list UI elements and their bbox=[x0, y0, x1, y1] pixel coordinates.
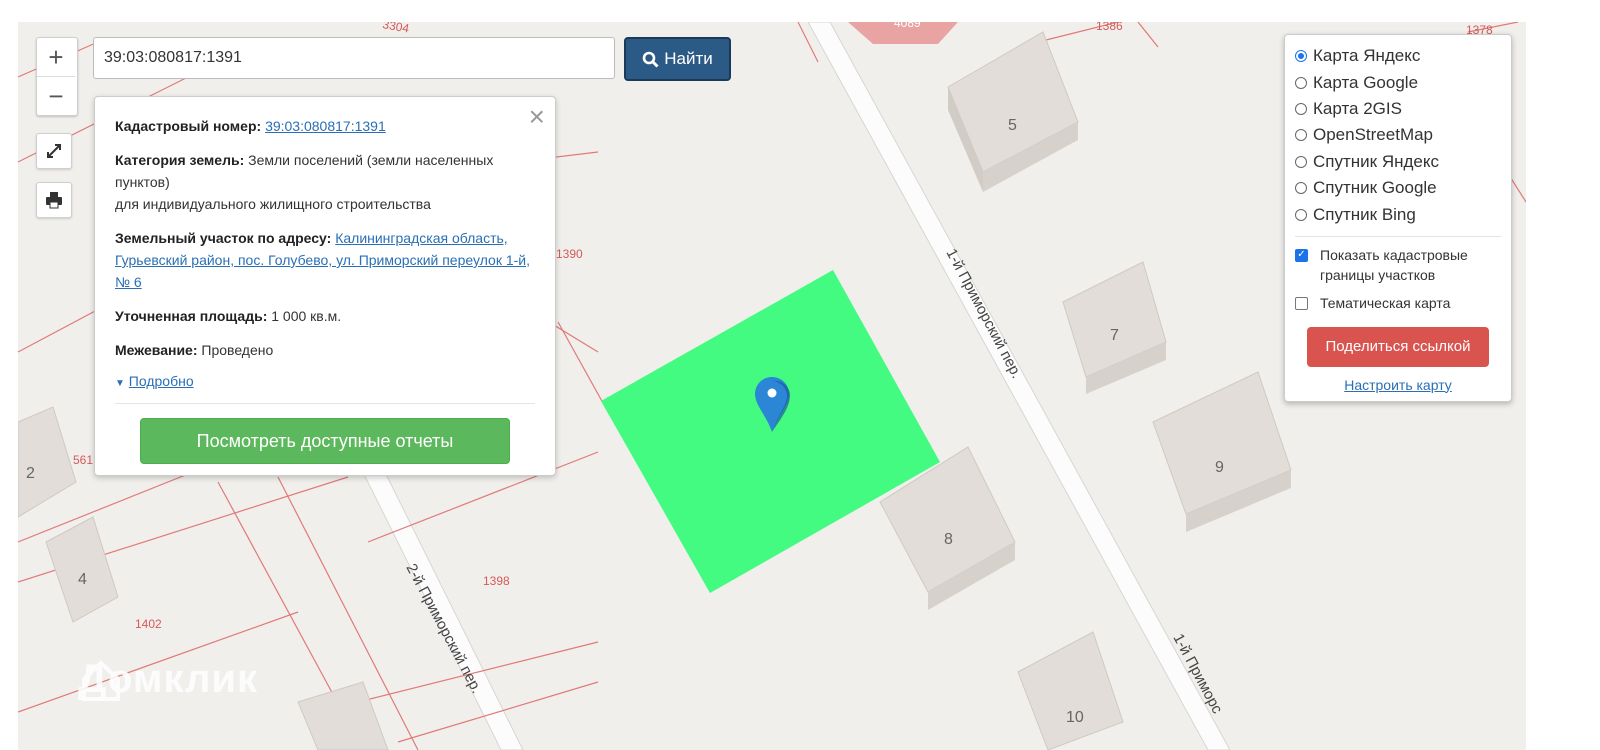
land-category-row: Категория земель: Земли поселений (земли… bbox=[115, 152, 494, 212]
parcel-label: 1402 bbox=[135, 617, 162, 631]
search-button-label: Найти bbox=[664, 49, 713, 68]
building-label: 10 bbox=[1066, 709, 1084, 726]
share-link-button[interactable]: Поделиться ссылкой bbox=[1307, 326, 1489, 367]
view-reports-button[interactable]: Посмотреть доступные отчеты bbox=[140, 418, 510, 464]
area-row: Уточненная площадь: 1 000 кв.м. bbox=[115, 308, 342, 324]
radio-icon[interactable] bbox=[1295, 102, 1307, 115]
parcel-label: 1386 bbox=[1096, 22, 1123, 33]
building-label: 9 bbox=[1215, 459, 1224, 476]
parcel-label: 3304 bbox=[381, 22, 410, 36]
print-button[interactable] bbox=[36, 182, 72, 218]
zoom-control: + − bbox=[36, 37, 78, 116]
selected-parcel bbox=[601, 270, 940, 593]
cadastral-search-input[interactable] bbox=[93, 37, 615, 79]
zoom-in-button[interactable]: + bbox=[37, 38, 75, 76]
survey-row: Межевание: Проведено bbox=[115, 342, 274, 358]
layer-option-label: Спутник Bing bbox=[1313, 204, 1416, 224]
parcel-label: 561 bbox=[73, 453, 93, 467]
layer-option-label: Спутник Яндекс bbox=[1313, 151, 1439, 171]
zoom-out-button[interactable]: − bbox=[37, 76, 75, 115]
layer-option[interactable]: Спутник Bing bbox=[1295, 201, 1501, 227]
radio-icon[interactable] bbox=[1295, 129, 1307, 142]
layer-option-label: Карта 2GIS bbox=[1313, 98, 1402, 118]
map-layers-panel: Карта Яндекс Карта Google Карта 2GIS OpenSt… bbox=[1284, 34, 1512, 402]
address-row: Земельный участок по адресу: Калининград… bbox=[115, 230, 530, 290]
parcel-label: 4089 bbox=[894, 22, 921, 30]
cadastral-number-row: Кадастровый номер: 39:03:080817:1391 bbox=[115, 118, 386, 134]
radio-icon[interactable] bbox=[1295, 182, 1307, 195]
details-toggle[interactable]: ▼ Подробно bbox=[115, 373, 535, 389]
close-icon[interactable]: × bbox=[529, 101, 545, 133]
radio-icon[interactable] bbox=[1295, 208, 1307, 221]
checkbox-checked-icon: ✓ bbox=[1295, 248, 1308, 262]
layer-option[interactable]: Карта 2GIS bbox=[1295, 96, 1501, 122]
radio-icon[interactable] bbox=[1295, 50, 1307, 63]
layer-option[interactable]: Карта Google bbox=[1295, 69, 1501, 95]
layer-option[interactable]: OpenStreetMap bbox=[1295, 122, 1501, 148]
layer-option[interactable]: Спутник Яндекс bbox=[1295, 149, 1501, 175]
layer-option-label: OpenStreetMap bbox=[1313, 125, 1434, 145]
building-label: 8 bbox=[944, 531, 953, 548]
street-label-1: 1-й Приморский пер. bbox=[942, 246, 1025, 381]
radio-icon[interactable] bbox=[1295, 76, 1307, 89]
layer-option-label: Карта Яндекс bbox=[1313, 46, 1421, 66]
parcel-label: 1390 bbox=[556, 247, 583, 261]
parcel-label: 1398 bbox=[483, 574, 510, 588]
street-label-2: 2-й Приморский пер. bbox=[402, 561, 485, 696]
building-label: 5 bbox=[1008, 117, 1017, 134]
building-label: 4 bbox=[78, 571, 87, 588]
search-button[interactable]: Найти bbox=[624, 37, 731, 81]
cadastral-number-link[interactable]: 39:03:080817:1391 bbox=[265, 118, 386, 134]
printer-icon bbox=[46, 192, 62, 209]
house-logo-icon bbox=[82, 660, 120, 701]
layer-option[interactable]: Спутник Google bbox=[1295, 175, 1501, 201]
configure-map-link[interactable]: Настроить карту bbox=[1344, 377, 1452, 393]
building-label: 7 bbox=[1110, 327, 1119, 344]
layer-option-label: Спутник Google bbox=[1313, 178, 1437, 198]
layer-option-label: Карта Google bbox=[1313, 72, 1419, 92]
expand-icon bbox=[47, 144, 61, 158]
watermark-logo: Домклик bbox=[78, 657, 259, 701]
layer-option[interactable]: Карта Яндекс bbox=[1295, 43, 1501, 69]
search-icon bbox=[642, 51, 659, 68]
radio-icon[interactable] bbox=[1295, 155, 1307, 168]
thematic-map-checkbox[interactable]: Тематическая карта bbox=[1295, 293, 1501, 313]
fullscreen-button[interactable] bbox=[36, 133, 72, 169]
caret-down-icon: ▼ bbox=[115, 378, 125, 389]
building-label: 2 bbox=[26, 465, 35, 482]
show-cadastral-checkbox[interactable]: ✓ Показать кадастровые границы участков bbox=[1295, 245, 1501, 285]
parcel-info-popup: × Кадастровый номер: 39:03:080817:1391 К… bbox=[94, 96, 556, 476]
